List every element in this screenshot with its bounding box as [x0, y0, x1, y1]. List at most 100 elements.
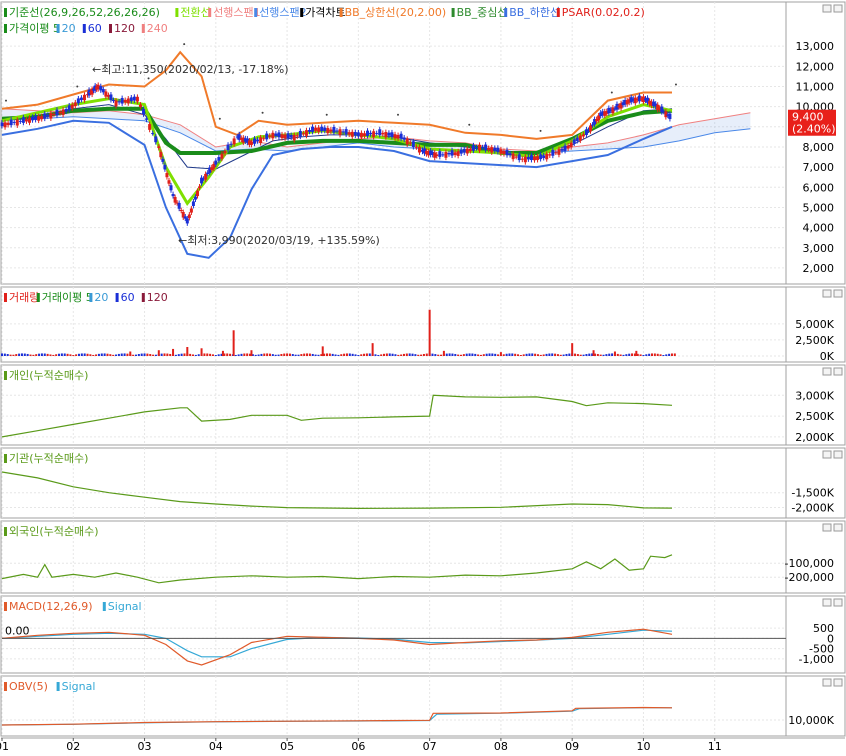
psar-dot [539, 129, 542, 132]
volume-bar [95, 354, 98, 356]
volume-bar [55, 354, 58, 356]
price-legend-ma-swatch [141, 24, 145, 33]
candle-body [453, 152, 457, 156]
volume-bar [357, 354, 360, 356]
individual-panel-minimize-icon[interactable] [822, 367, 832, 376]
price-panel-close-icon[interactable] [833, 4, 843, 13]
candle-body [438, 151, 442, 157]
candle-body [123, 99, 127, 103]
volume-bar [380, 354, 383, 356]
macd-panel-close-icon[interactable] [833, 598, 843, 607]
volume-bar [294, 354, 297, 356]
candle-body [268, 135, 272, 137]
price-legend-ma-swatch [4, 24, 7, 33]
volume-bar [23, 353, 26, 356]
candle-body [151, 133, 155, 135]
price-legend-swatch [451, 8, 455, 17]
volume-panel-minimize-icon[interactable] [822, 289, 832, 298]
candle-body [274, 133, 278, 137]
candle-body [12, 121, 16, 123]
candle-body [70, 104, 74, 109]
institution-panel-close-icon[interactable] [833, 450, 843, 459]
obv-panel-minimize-icon[interactable] [822, 678, 832, 687]
price-legend-label: 선행스팬2 [259, 6, 306, 19]
price-panel-minimize-icon[interactable] [822, 4, 832, 13]
volume-bar [465, 353, 468, 356]
psar-dot [261, 111, 264, 114]
volume-bar [548, 353, 551, 356]
psar-dot [674, 83, 677, 86]
volume-bar [422, 353, 425, 356]
candle-body [265, 133, 269, 140]
candle-body [591, 124, 595, 126]
foreign-panel-minimize-icon[interactable] [822, 523, 832, 532]
stock-chart[interactable]: 13,00012,00011,00010,0009,0008,0007,0006… [0, 0, 846, 753]
candle-body [338, 129, 342, 136]
volume-spike-bar [172, 348, 175, 356]
volume-bar [579, 354, 582, 356]
volume-spike-bar [442, 350, 445, 356]
candle-body [214, 160, 218, 165]
candle-body [344, 129, 348, 135]
volume-bar [596, 353, 599, 356]
foreign-line [1, 554, 673, 584]
volume-bar [616, 353, 619, 356]
macd-legend-label: MACD(12,26,9) [9, 600, 93, 613]
candle-body [253, 138, 257, 144]
candle-body [167, 180, 171, 184]
candle-body [350, 131, 354, 137]
volume-bar [348, 353, 351, 356]
candle-body [478, 144, 482, 151]
candle-body [572, 139, 576, 144]
candle-body [256, 139, 260, 142]
macd-panel-minimize-icon[interactable] [822, 598, 832, 607]
volume-bar [522, 354, 525, 356]
x-tick-label-03: 03 [138, 740, 152, 753]
candle-body [295, 135, 299, 137]
psar-dot [397, 113, 399, 116]
volume-bar [585, 354, 588, 356]
price-legend-label: 기준선(26,9,26,52,26,26,26) [9, 6, 160, 19]
candle-body [148, 124, 152, 130]
volume-spike-bar [321, 346, 324, 356]
institution-legend-label: 기관(누적순매수) [9, 452, 88, 465]
volume-bar [354, 354, 357, 356]
macd-signal-line [1, 629, 673, 658]
candle-body [31, 116, 35, 121]
candle-body [375, 133, 379, 135]
volume-bar [608, 353, 611, 356]
volume-bar [365, 353, 368, 356]
candle-body [490, 147, 494, 153]
x-tick-label-09: 09 [565, 740, 579, 753]
chart-canvas[interactable]: 13,00012,00011,00010,0009,0008,0007,0006… [0, 0, 846, 753]
psar-dot [5, 99, 7, 102]
candle-body [493, 147, 497, 152]
foreign-panel-close-icon[interactable] [833, 523, 843, 532]
candle-body [362, 133, 366, 137]
candle-body [563, 145, 567, 151]
volume-bar [240, 353, 243, 356]
volume-bar [397, 354, 400, 356]
y-tick-label: 0K [820, 350, 835, 363]
individual-panel-close-icon[interactable] [833, 367, 843, 376]
volume-bar [146, 353, 149, 356]
volume-bar [211, 354, 214, 356]
volume-panel-close-icon[interactable] [833, 289, 843, 298]
volume-bar [363, 353, 366, 356]
volume-bar [126, 353, 129, 356]
psar-dot [468, 123, 471, 126]
volume-bar [317, 354, 320, 356]
volume-bar [340, 354, 343, 356]
volume-bar [308, 353, 311, 356]
volume-bar [89, 354, 92, 356]
volume-bar [246, 353, 249, 356]
institution-panel-minimize-icon[interactable] [822, 450, 832, 459]
volume-bar [80, 353, 83, 356]
obv-panel-close-icon[interactable] [833, 678, 843, 687]
candle-body [232, 138, 236, 145]
volume-bar [405, 353, 408, 356]
volume-bar [18, 353, 21, 356]
volume-bar [100, 353, 103, 356]
x-tick-label-08: 08 [494, 740, 508, 753]
volume-bar [497, 354, 500, 356]
